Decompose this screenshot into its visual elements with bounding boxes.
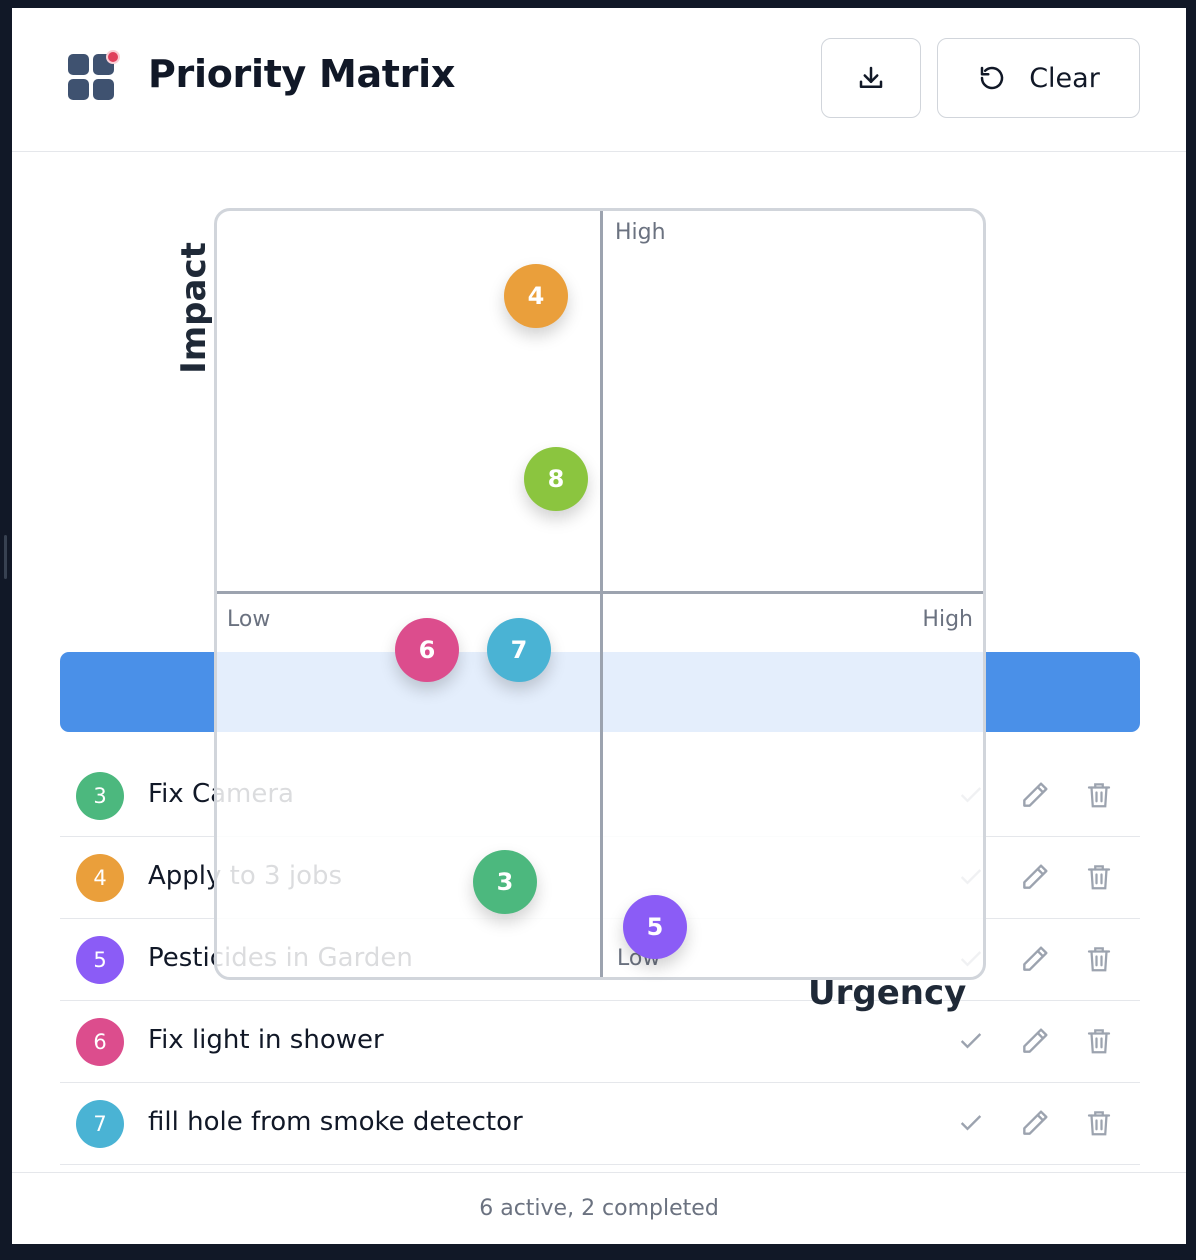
trash-icon xyxy=(1087,1111,1111,1136)
check-icon xyxy=(960,1115,982,1131)
vertical-divider xyxy=(600,211,603,977)
task-bubble[interactable]: 4 xyxy=(504,264,568,328)
trash-icon xyxy=(1087,783,1111,808)
trash-icon xyxy=(1087,865,1111,890)
delete-button[interactable] xyxy=(1081,941,1117,977)
pencil-icon xyxy=(1023,864,1048,889)
quadrant-label-high: High xyxy=(615,220,666,245)
complete-button[interactable] xyxy=(953,1023,989,1059)
task-row: 6 Fix light in shower xyxy=(60,1001,1140,1083)
horizontal-divider xyxy=(217,591,983,594)
check-icon xyxy=(960,1033,982,1049)
task-number-badge: 5 xyxy=(76,936,124,984)
pencil-icon xyxy=(1023,946,1048,971)
task-bubble[interactable]: 6 xyxy=(395,618,459,682)
status-footer: 6 active, 2 completed xyxy=(12,1172,1186,1244)
pencil-icon xyxy=(1023,782,1048,807)
task-number-badge: 4 xyxy=(76,854,124,902)
download-button[interactable] xyxy=(821,38,921,118)
header: Priority Matrix Clear xyxy=(12,8,1186,152)
task-row: 7 fill hole from smoke detector xyxy=(60,1083,1140,1165)
task-bubble[interactable]: 7 xyxy=(487,618,551,682)
clear-button-label: Clear xyxy=(1029,62,1100,94)
trash-icon xyxy=(1087,947,1111,972)
task-label: Fix light in shower xyxy=(148,1025,384,1055)
task-label: fill hole from smoke detector xyxy=(148,1107,523,1137)
quadrant-label-high: High xyxy=(922,607,973,632)
edit-button[interactable] xyxy=(1017,1023,1053,1059)
edit-button[interactable] xyxy=(1017,777,1053,813)
delete-button[interactable] xyxy=(1081,1023,1117,1059)
app-logo-icon xyxy=(68,50,120,104)
page-title: Priority Matrix xyxy=(148,52,456,96)
task-number-badge: 3 xyxy=(76,772,124,820)
delete-button[interactable] xyxy=(1081,1105,1117,1141)
task-number-badge: 7 xyxy=(76,1100,124,1148)
pencil-icon xyxy=(1023,1110,1048,1135)
download-icon xyxy=(859,66,883,88)
task-bubble[interactable]: 8 xyxy=(524,447,588,511)
priority-matrix[interactable]: High Low High Low 4 8 6 7 3 5 xyxy=(214,208,986,980)
task-bubble[interactable]: 5 xyxy=(623,895,687,959)
app-window: Priority Matrix Clear 3 Fix Camera xyxy=(12,8,1186,1244)
reset-icon xyxy=(980,66,1004,90)
delete-button[interactable] xyxy=(1081,777,1117,813)
trash-icon xyxy=(1087,1029,1111,1054)
y-axis-label: Impact xyxy=(174,242,214,374)
edit-button[interactable] xyxy=(1017,941,1053,977)
quadrant-label-low: Low xyxy=(227,607,271,632)
edit-button[interactable] xyxy=(1017,859,1053,895)
delete-button[interactable] xyxy=(1081,859,1117,895)
pencil-icon xyxy=(1023,1028,1048,1053)
complete-button[interactable] xyxy=(953,1105,989,1141)
task-number-badge: 6 xyxy=(76,1018,124,1066)
task-bubble[interactable]: 3 xyxy=(473,850,537,914)
clear-button[interactable]: Clear xyxy=(937,38,1140,118)
edit-button[interactable] xyxy=(1017,1105,1053,1141)
resize-handle[interactable] xyxy=(4,535,7,579)
